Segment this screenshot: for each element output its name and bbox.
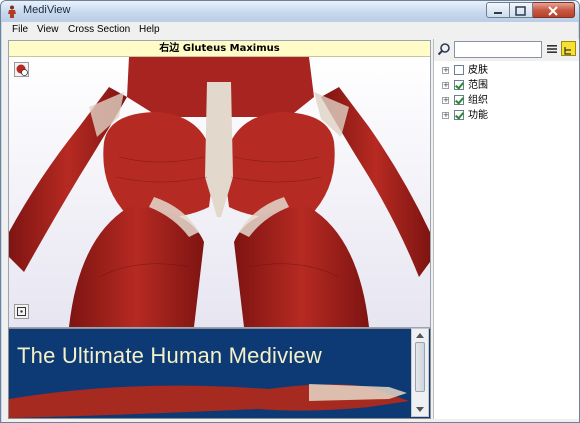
window-title: MediView: [23, 4, 71, 16]
menu-bar: File View Cross Section Help: [2, 22, 578, 40]
close-icon: [548, 6, 558, 16]
window-controls: [486, 2, 575, 19]
tree-item-skin[interactable]: + 皮肤: [434, 63, 579, 78]
banner-title: The Ultimate Human Mediview: [17, 343, 322, 368]
scrollbar-thumb[interactable]: [415, 342, 425, 392]
tree-item-tissue[interactable]: + 组织: [434, 93, 579, 108]
tree-item-scope[interactable]: + 范围: [434, 78, 579, 93]
mediview-app-icon: [8, 5, 16, 18]
layer-tree: + 皮肤 + 范围 + 组织 + 功能: [434, 63, 579, 123]
menu-cross-section[interactable]: Cross Section: [68, 24, 130, 35]
tree-checkbox[interactable]: [454, 95, 464, 105]
tree-item-label: 范围: [468, 80, 488, 91]
menu-file[interactable]: File: [12, 24, 28, 35]
search-icon[interactable]: [437, 42, 451, 56]
list-view-icon[interactable]: [546, 43, 558, 55]
anatomy-viewer: 右边 Gluteus Maximus: [8, 40, 431, 328]
expand-icon[interactable]: +: [442, 112, 449, 119]
banner-panel: The Ultimate Human Mediview: [8, 328, 431, 419]
expand-icon[interactable]: +: [442, 97, 449, 104]
tree-hierarchy-icon: [564, 47, 571, 55]
maximize-icon: [515, 6, 526, 16]
tree-checkbox[interactable]: [454, 110, 464, 120]
tree-view-icon[interactable]: [561, 41, 576, 56]
side-panel: + 皮肤 + 范围 + 组织 + 功能: [433, 39, 579, 419]
minimize-button[interactable]: [486, 2, 510, 18]
tree-item-function[interactable]: + 功能: [434, 108, 579, 123]
reset-view-icon[interactable]: [14, 304, 29, 319]
search-bar: [434, 39, 579, 61]
main-content: 右边 Gluteus Maximus The Ultimate Human Me…: [2, 39, 579, 422]
selected-structure-title: 右边 Gluteus Maximus: [9, 41, 430, 57]
menu-help[interactable]: Help: [139, 24, 160, 35]
menu-view[interactable]: View: [37, 24, 59, 35]
maximize-button[interactable]: [510, 2, 533, 18]
expand-icon[interactable]: +: [442, 67, 449, 74]
app-window: MediView File View Cross Section Help 右边…: [0, 0, 580, 423]
3d-model-canvas[interactable]: [9, 57, 430, 327]
scroll-up-icon[interactable]: [416, 333, 424, 338]
tree-item-label: 皮肤: [468, 65, 488, 76]
tree-checkbox[interactable]: [454, 65, 464, 75]
scroll-down-icon[interactable]: [416, 407, 424, 412]
tree-checkbox[interactable]: [454, 80, 464, 90]
muscle-model-render: [9, 57, 430, 327]
minimize-icon: [494, 12, 502, 14]
tree-item-label: 功能: [468, 110, 488, 121]
search-input[interactable]: [454, 41, 542, 58]
title-bar[interactable]: MediView: [1, 1, 579, 22]
expand-icon[interactable]: +: [442, 82, 449, 89]
banner-scrollbar[interactable]: [411, 328, 429, 417]
tree-item-label: 组织: [468, 95, 488, 106]
close-button[interactable]: [533, 2, 575, 18]
view-record-icon[interactable]: [14, 62, 29, 77]
